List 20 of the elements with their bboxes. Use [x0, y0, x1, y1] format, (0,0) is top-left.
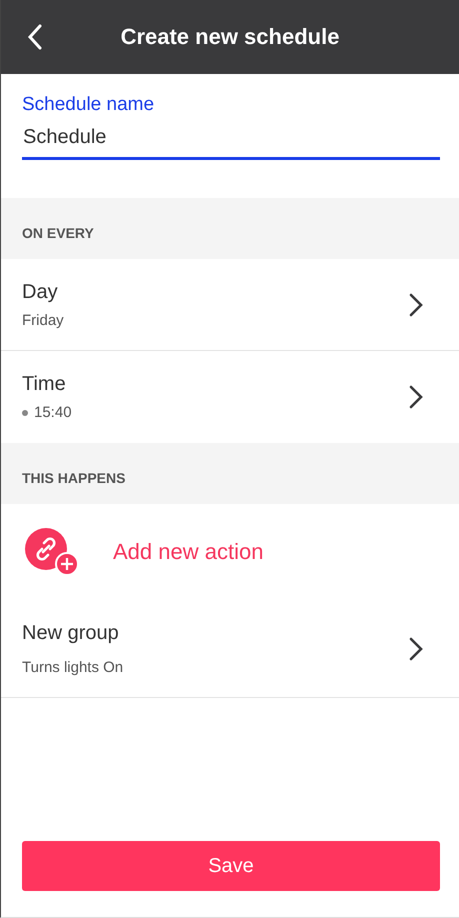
- row-value: 15:40: [34, 404, 72, 421]
- row-title: Time: [22, 373, 67, 396]
- add-action-label: Add new action: [113, 539, 264, 565]
- row-value: Friday: [22, 312, 64, 328]
- row-title: Day: [22, 280, 59, 304]
- section-header: THIS HAPPENS: [1, 443, 459, 504]
- screen-title: Create new schedule: [120, 24, 340, 50]
- link-add-icon: [24, 527, 80, 577]
- add-action-row[interactable]: Add new action: [1, 504, 459, 600]
- field-label: Schedule name: [22, 94, 156, 116]
- row-value: Turns lights On: [22, 658, 124, 676]
- section-header: ON EVERY: [1, 198, 459, 259]
- list-row[interactable]: New group Turns lights On: [1, 600, 459, 698]
- chevron-right-icon: [409, 292, 423, 316]
- list-row[interactable]: Time 15:40: [1, 351, 459, 443]
- list-row[interactable]: Day Friday: [1, 259, 459, 351]
- chevron-right-icon: [409, 636, 423, 660]
- row-title: New group: [22, 622, 120, 644]
- save-button[interactable]: Save: [22, 841, 440, 891]
- chevron-right-icon: [409, 385, 423, 409]
